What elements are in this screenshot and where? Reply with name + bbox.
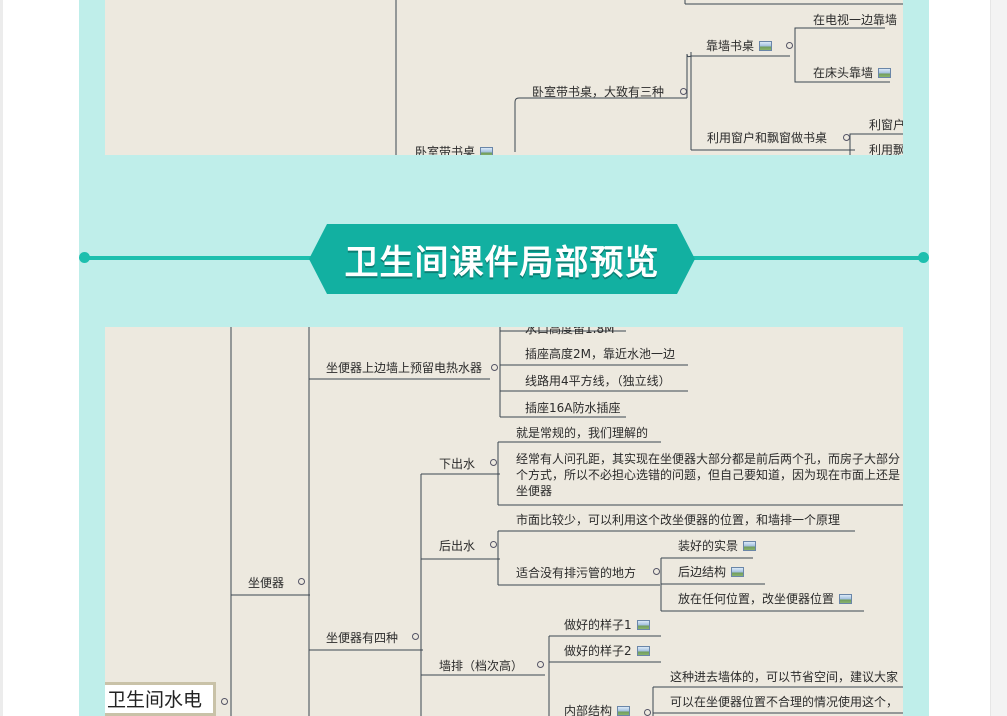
node-back-structure[interactable]: 后边结构 — [678, 564, 745, 580]
node-toilet[interactable]: 坐便器 — [248, 575, 284, 591]
node-root-bathroom[interactable]: 卫生间水电 — [105, 682, 216, 716]
node-four-types[interactable]: 坐便器有四种 — [326, 630, 398, 646]
section-banner: 卫生间课件局部预览 — [309, 224, 695, 294]
node-tv-wall[interactable]: 在电视一边靠墙 — [813, 12, 897, 28]
node-installed[interactable]: 装好的实景 — [678, 538, 757, 554]
collapse-toggle-icon[interactable] — [680, 88, 687, 95]
node-back-structure-label: 后边结构 — [678, 565, 727, 579]
node-outlet-height-top[interactable]: 水口高度留1.8M — [525, 327, 614, 337]
collapse-toggle-icon[interactable] — [491, 364, 498, 371]
node-bed-wall[interactable]: 在床头靠墙 — [813, 65, 892, 81]
node-sample1-label: 做好的样子1 — [564, 618, 632, 632]
mindmap-bedroom-preview: 在电视一边靠墙 靠墙书桌 在床头靠墙 卧室带书桌，大致有三种 利用窗户和飘窗做书… — [105, 0, 903, 155]
node-window-cut2[interactable]: 利用飘 — [869, 142, 903, 155]
node-no-pipe[interactable]: 适合没有排污管的地方 — [516, 565, 636, 581]
node-outlet-height[interactable]: 插座高度2M，靠近水池一边 — [525, 346, 675, 362]
collapse-toggle-icon[interactable] — [653, 568, 660, 575]
node-wire[interactable]: 线路用4平方线，（独立线） — [525, 373, 671, 389]
node-installed-label: 装好的实景 — [678, 539, 739, 553]
banner-right-dot — [918, 252, 929, 263]
node-bed-wall-label: 在床头靠墙 — [813, 66, 874, 80]
node-sample1[interactable]: 做好的样子1 — [564, 617, 650, 633]
node-wall-desk-label: 靠墙书桌 — [706, 39, 755, 53]
collapse-toggle-icon[interactable] — [490, 541, 497, 548]
mindmap-bathroom-preview: 水口高度留1.8M 坐便器上边墙上预留电热水器 插座高度2M，靠近水池一边 线路… — [105, 327, 903, 716]
node-back-drain[interactable]: 后出水 — [439, 538, 475, 554]
node-anywhere-label: 放在任何位置，改坐便器位置 — [678, 592, 835, 606]
node-window-cut[interactable]: 利窗户 — [869, 117, 903, 133]
page-left-edge — [0, 0, 3, 716]
node-window-desk[interactable]: 利用窗户和飘窗做书桌 — [707, 130, 827, 146]
node-wall-a[interactable]: 这种进去墙体的，可以节省空间，建议大家 — [670, 669, 898, 685]
node-wall-b[interactable]: 可以在坐便器位置不合理的情况使用这个， — [670, 694, 898, 710]
collapse-toggle-icon[interactable] — [786, 42, 793, 49]
node-water-heater[interactable]: 坐便器上边墙上预留电热水器 — [326, 360, 482, 376]
image-icon[interactable] — [480, 147, 494, 155]
node-down-drain[interactable]: 下出水 — [439, 456, 475, 472]
node-anywhere[interactable]: 放在任何位置，改坐便器位置 — [678, 591, 853, 607]
document-viewer: 在电视一边靠墙 靠墙书桌 在床头靠墙 卧室带书桌，大致有三种 利用窗户和飘窗做书… — [0, 0, 1007, 716]
node-sample2-label: 做好的样子2 — [564, 644, 632, 658]
vertical-scrollbar[interactable] — [990, 0, 1007, 716]
node-wall-desk[interactable]: 靠墙书桌 — [706, 38, 773, 54]
banner-left-dot — [79, 252, 90, 263]
node-inner-structure-label: 内部结构 — [564, 704, 613, 716]
collapse-toggle-icon[interactable] — [490, 459, 497, 466]
collapse-toggle-icon[interactable] — [537, 661, 544, 668]
node-back-drain-a[interactable]: 市面比较少，可以利用这个改坐便器的位置，和墙排一个原理 — [516, 512, 840, 528]
collapse-toggle-icon[interactable] — [221, 698, 228, 705]
collapse-toggle-icon[interactable] — [843, 134, 850, 141]
image-icon[interactable] — [731, 567, 745, 577]
node-socket[interactable]: 插座16A防水插座 — [525, 400, 620, 416]
image-icon[interactable] — [617, 706, 631, 716]
node-bedroom-desk-label: 卧室带书桌 — [415, 145, 476, 155]
node-bedroom-desk[interactable]: 卧室带书桌 — [415, 144, 494, 155]
node-sample2[interactable]: 做好的样子2 — [564, 643, 650, 659]
image-icon[interactable] — [636, 646, 650, 656]
node-inner-structure[interactable]: 内部结构 — [564, 703, 631, 716]
image-icon[interactable] — [743, 541, 757, 551]
banner-title: 卫生间课件局部预览 — [344, 242, 660, 283]
node-bedroom-desk-three[interactable]: 卧室带书桌，大致有三种 — [532, 84, 664, 100]
node-wall-drain[interactable]: 墙排（档次高） — [439, 658, 523, 674]
collapse-toggle-icon[interactable] — [412, 633, 419, 640]
node-down-drain-b[interactable]: 经常有人问孔距，其实现在坐便器大部分都是前后两个孔，而房子大部分个方式，所以不必… — [516, 451, 903, 503]
image-icon[interactable] — [636, 620, 650, 630]
collapse-toggle-icon[interactable] — [644, 709, 651, 716]
node-down-drain-a[interactable]: 就是常规的，我们理解的 — [516, 425, 648, 441]
image-icon[interactable] — [839, 594, 853, 604]
image-icon[interactable] — [878, 68, 892, 78]
collapse-toggle-icon[interactable] — [298, 578, 305, 585]
image-icon[interactable] — [759, 41, 773, 51]
